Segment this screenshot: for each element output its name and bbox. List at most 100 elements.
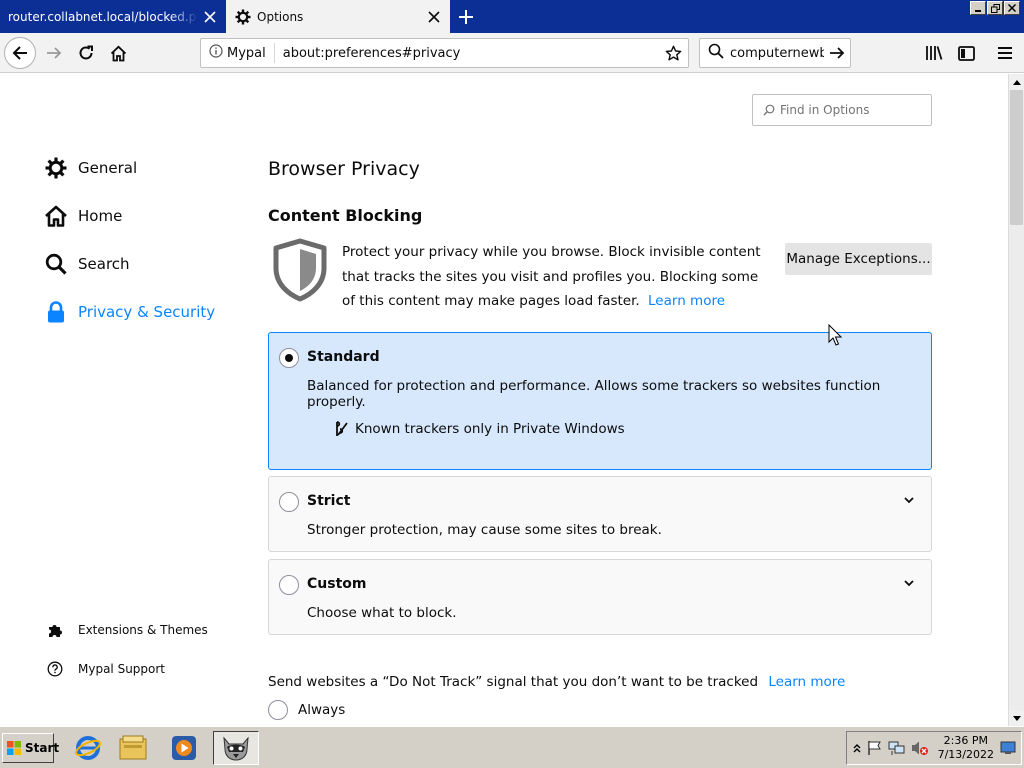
star-icon[interactable] (658, 45, 688, 62)
taskbar-media-button[interactable] (164, 731, 204, 765)
identity-label: Mypal (227, 45, 266, 61)
sidebar-item-label: Extensions & Themes (78, 623, 208, 637)
raccoon-icon (223, 736, 249, 761)
option-strict[interactable]: Strict Stronger protection, may cause so… (268, 476, 932, 552)
search-icon (44, 252, 68, 276)
tab-options[interactable]: Options (226, 0, 450, 33)
content-blocking-description: Protect your privacy while you browse. B… (342, 240, 772, 314)
taskbar: Start 2:36 PM 7/13/2022 (0, 726, 1024, 768)
info-icon (209, 44, 223, 62)
lock-icon (44, 300, 68, 324)
sidebar-item-label: Search (78, 255, 130, 273)
always-radio[interactable] (268, 700, 288, 720)
nav-bar: Mypal about:preferences#privacy computer… (0, 33, 1024, 73)
url-input[interactable]: about:preferences#privacy (275, 46, 658, 61)
sidebar-item-label: Mypal Support (78, 662, 166, 676)
chevron-up-icon[interactable] (853, 738, 862, 758)
dnt-always-option[interactable]: Always (268, 700, 345, 720)
url-bar[interactable]: Mypal about:preferences#privacy (200, 38, 689, 68)
menu-button[interactable] (989, 37, 1021, 69)
strict-radio[interactable] (279, 492, 299, 512)
arrow-right-icon[interactable] (824, 45, 850, 61)
internet-explorer-icon (75, 736, 101, 760)
forward-button[interactable] (38, 37, 70, 69)
clock-date: 7/13/2022 (937, 748, 994, 761)
search-icon (763, 104, 775, 116)
sidebar-item-label: Privacy & Security (78, 303, 216, 321)
media-player-icon (172, 736, 196, 760)
scroll-down-icon[interactable] (1009, 710, 1024, 726)
option-description: Choose what to block. (307, 605, 457, 621)
home-button[interactable] (102, 37, 134, 69)
close-icon[interactable] (198, 5, 222, 29)
show-desktop-icon[interactable] (1000, 738, 1016, 758)
option-title: Standard (307, 349, 380, 365)
sidebar-item-support[interactable]: Mypal Support (46, 658, 165, 680)
taskbar-mypal-button[interactable] (213, 731, 259, 765)
option-custom[interactable]: Custom Choose what to block. (268, 559, 932, 635)
back-icon (12, 46, 27, 60)
find-placeholder: Find in Options (780, 103, 870, 117)
close-icon[interactable] (422, 5, 446, 29)
tab-strip: router.collabnet.local/blocked.php?diens… (0, 0, 1024, 33)
preferences-page: Find in Options General Home Search Priv… (0, 74, 1008, 726)
tab-blocked-page[interactable]: router.collabnet.local/blocked.php?diens… (0, 0, 226, 33)
home-icon (110, 45, 126, 61)
flag-icon[interactable] (867, 738, 883, 758)
dnt-text: Send websites a “Do Not Track” signal th… (268, 674, 759, 690)
sidebar-item-home[interactable]: Home (44, 202, 122, 230)
forward-icon (47, 47, 62, 59)
back-button[interactable] (4, 37, 36, 69)
puzzle-icon (46, 621, 64, 639)
start-label: Start (25, 741, 60, 755)
chevron-down-icon[interactable] (903, 494, 915, 506)
sidebar-item-general[interactable]: General (44, 154, 137, 182)
sidebar-item-search[interactable]: Search (44, 250, 130, 278)
close-window-button[interactable] (1004, 1, 1020, 15)
custom-radio[interactable] (279, 575, 299, 595)
window-controls (970, 1, 1020, 15)
new-tab-button[interactable] (452, 3, 480, 31)
manage-exceptions-button[interactable]: Manage Exceptions... (785, 243, 932, 275)
identity-box[interactable]: Mypal (201, 43, 275, 63)
scroll-thumb[interactable] (1010, 90, 1023, 225)
find-in-options-input[interactable]: Find in Options (752, 94, 932, 126)
sidebar-item-label: General (78, 159, 138, 177)
learn-more-link[interactable]: Learn more (648, 293, 725, 309)
vertical-scrollbar[interactable] (1008, 74, 1024, 726)
chevron-down-icon[interactable] (903, 577, 915, 589)
menu-icon (998, 47, 1012, 59)
minimize-button[interactable] (970, 1, 986, 15)
taskbar-ie-button[interactable] (68, 731, 108, 765)
sidebar-button[interactable] (950, 37, 982, 69)
dnt-learn-more-link[interactable]: Learn more (768, 674, 845, 690)
library-button[interactable] (918, 37, 950, 69)
sidebar-item-extensions[interactable]: Extensions & Themes (46, 619, 208, 641)
option-description: Balanced for protection and performance.… (307, 378, 881, 410)
reload-button[interactable] (70, 37, 102, 69)
option-description: Stronger protection, may cause some site… (307, 522, 662, 538)
reload-icon (79, 45, 93, 60)
search-bar[interactable]: computernewb. (699, 38, 851, 68)
home-icon (44, 204, 68, 228)
sidebar-item-privacy[interactable]: Privacy & Security (44, 298, 215, 326)
taskbar-explorer-button[interactable] (113, 731, 153, 765)
option-title: Custom (307, 576, 367, 592)
search-input[interactable]: computernewb. (724, 46, 824, 61)
tab-title: router.collabnet.local/blocked.php?diens… (8, 9, 198, 24)
restore-button[interactable] (987, 1, 1003, 15)
option-standard[interactable]: Standard Balanced for protection and per… (268, 332, 932, 470)
option-title: Strict (307, 493, 351, 509)
gear-icon (235, 9, 251, 25)
start-button[interactable]: Start (2, 733, 59, 763)
plus-icon (459, 10, 473, 24)
library-icon (926, 46, 943, 60)
scroll-up-icon[interactable] (1009, 74, 1024, 90)
network-icon[interactable] (888, 738, 906, 758)
search-icon (708, 43, 724, 63)
standard-radio[interactable] (279, 348, 299, 368)
clock[interactable]: 2:36 PM 7/13/2022 (938, 734, 994, 762)
gear-icon (44, 156, 68, 180)
speaker-muted-icon[interactable] (911, 738, 929, 758)
system-tray: 2:36 PM 7/13/2022 (846, 731, 1022, 765)
